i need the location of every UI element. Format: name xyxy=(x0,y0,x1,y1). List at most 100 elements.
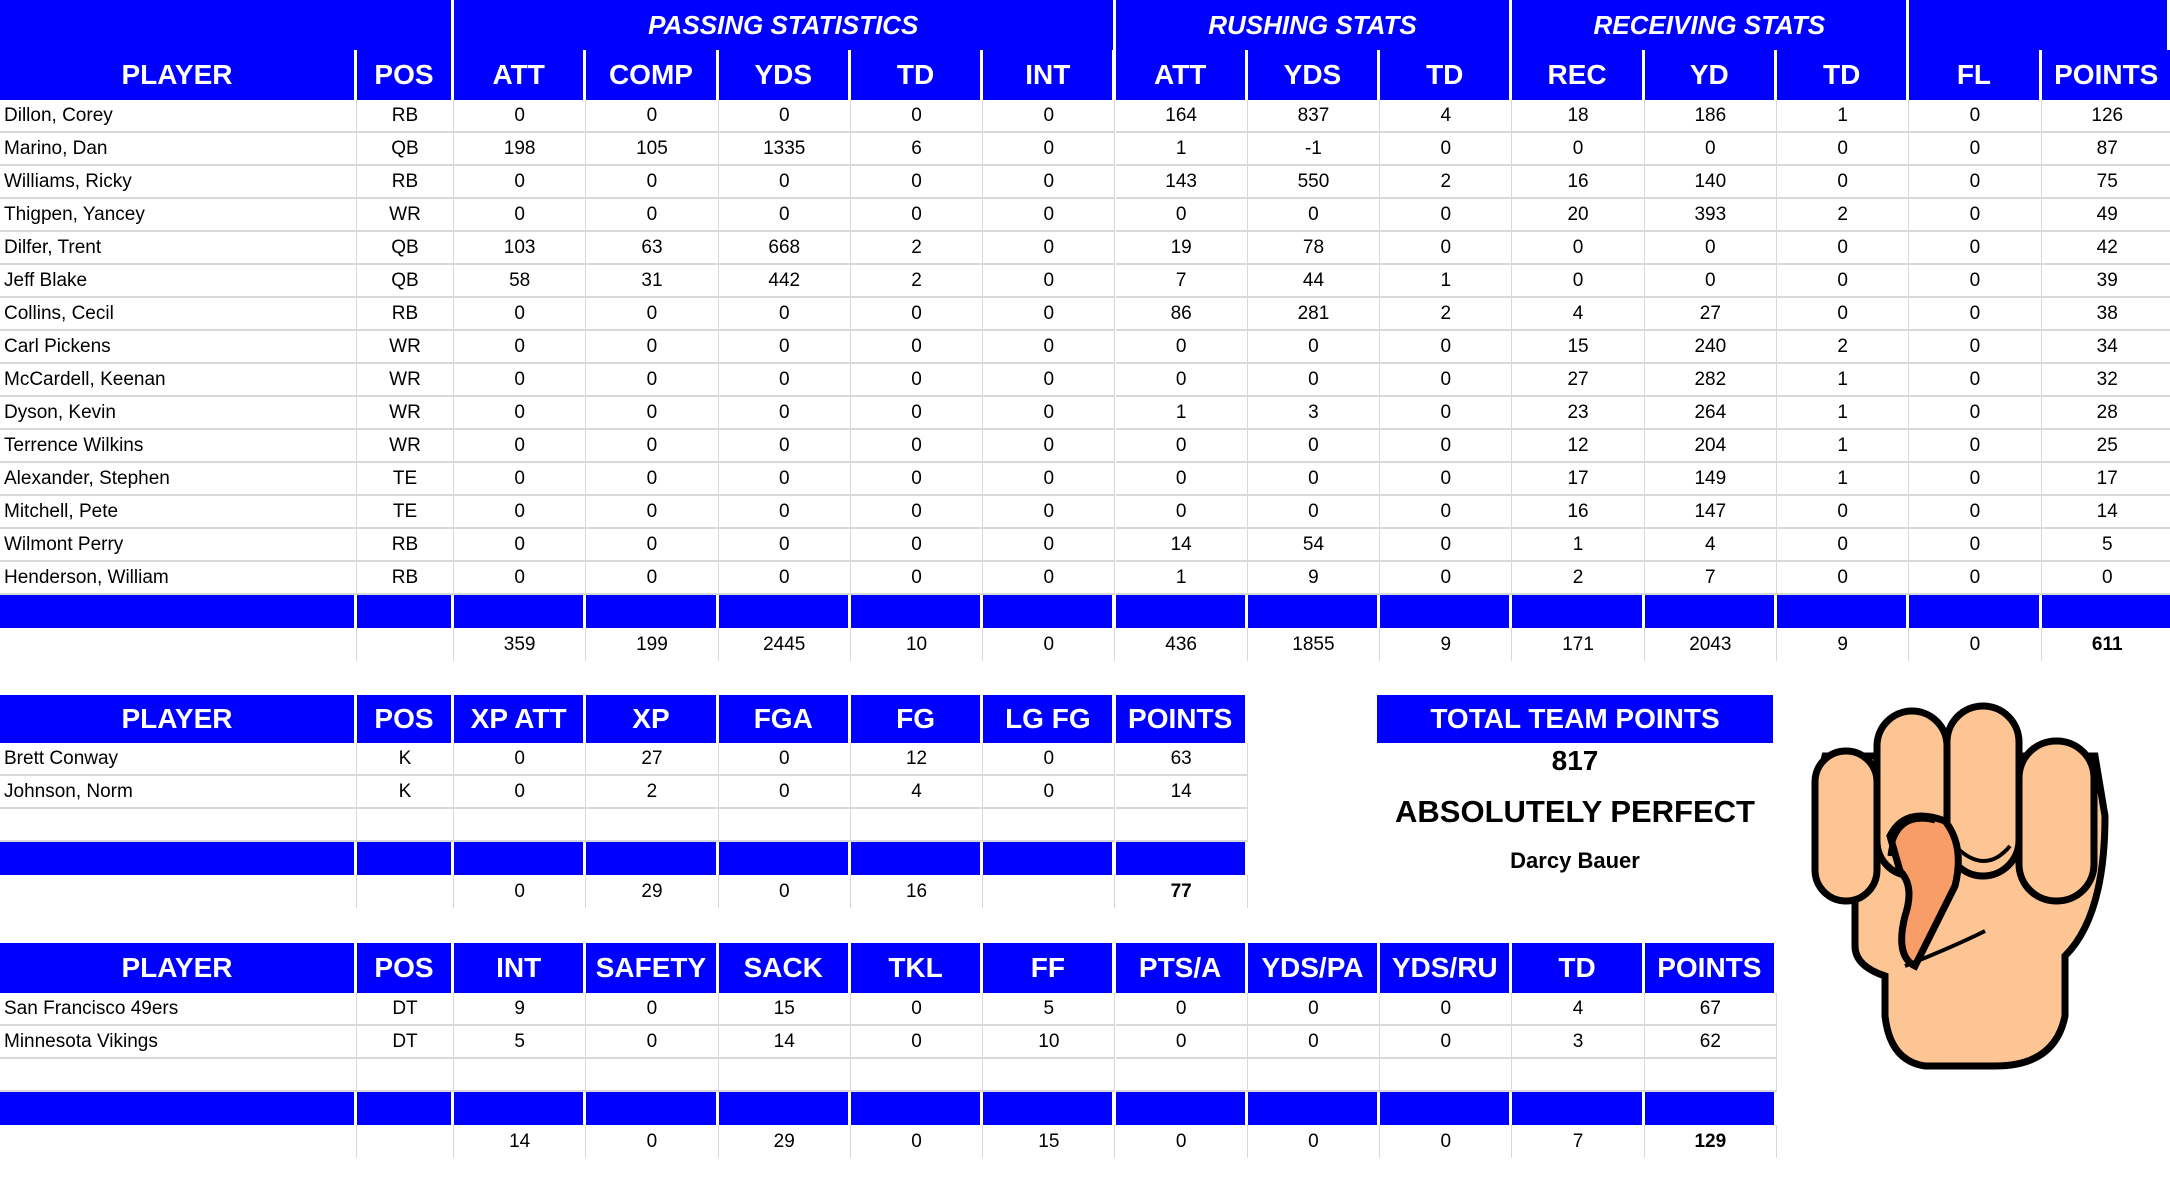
stat-cell: 0 xyxy=(1777,265,1910,298)
column-header[interactable]: YD xyxy=(1644,50,1777,100)
column-header[interactable]: FG xyxy=(850,695,984,743)
column-header[interactable]: XP xyxy=(586,695,719,743)
stat-cell: 12 xyxy=(850,743,984,776)
column-header[interactable]: YDS xyxy=(718,50,851,100)
separator-bar xyxy=(1644,1092,1777,1125)
stat-cell: 27 xyxy=(586,743,719,776)
stat-cell: 0 xyxy=(983,743,1116,776)
column-header[interactable]: PLAYER xyxy=(0,943,357,993)
separator-bar xyxy=(586,595,719,628)
stat-cell: 0 xyxy=(1247,993,1381,1026)
column-header[interactable]: YDS/PA xyxy=(1247,943,1381,993)
stat-cell: 282 xyxy=(1644,364,1777,397)
stat-cell: 668 xyxy=(718,232,851,265)
total-cell: 436 xyxy=(1116,628,1248,661)
column-header[interactable]: INT xyxy=(454,943,587,993)
group-title: RECEIVING STATS xyxy=(1512,0,1910,50)
stat-cell: 147 xyxy=(1644,496,1777,529)
column-header[interactable]: PTS/A xyxy=(1115,943,1248,993)
stat-cell: 20 xyxy=(1512,199,1645,232)
stat-cell: 0 xyxy=(454,743,587,776)
column-header[interactable]: TD xyxy=(1512,943,1645,993)
stat-cell: 27 xyxy=(1644,298,1777,331)
column-header[interactable]: ATT xyxy=(1115,50,1248,100)
column-header[interactable]: POS xyxy=(357,695,454,743)
stat-cell: 0 xyxy=(586,463,719,496)
separator-bar xyxy=(0,1092,357,1125)
total-cell: 0 xyxy=(1248,1125,1381,1158)
stat-cell xyxy=(850,809,984,842)
separator-bar xyxy=(1115,842,1248,875)
stat-cell: QB xyxy=(357,133,454,166)
stat-cell: 0 xyxy=(850,496,984,529)
column-header[interactable]: YDS/RU xyxy=(1380,943,1513,993)
column-header[interactable]: SACK xyxy=(718,943,851,993)
stat-cell: 34 xyxy=(2041,331,2170,364)
column-header[interactable]: LG FG xyxy=(983,695,1116,743)
column-header[interactable]: TKL xyxy=(850,943,984,993)
stat-cell: 0 xyxy=(1380,232,1513,265)
stat-cell: 0 xyxy=(1909,166,2042,199)
total-cell: 199 xyxy=(586,628,719,661)
stat-cell: WR xyxy=(357,199,454,232)
stat-cell: 7 xyxy=(1115,265,1248,298)
stat-cell: 2 xyxy=(586,776,719,809)
separator-bar xyxy=(983,1092,1116,1125)
column-header[interactable]: POS xyxy=(357,50,454,100)
column-header[interactable]: COMP xyxy=(586,50,719,100)
column-header[interactable]: POINTS xyxy=(2041,50,2170,100)
stat-cell: 0 xyxy=(1247,430,1381,463)
column-header[interactable]: INT xyxy=(983,50,1116,100)
stat-cell: 1 xyxy=(1777,100,1910,133)
total-cell: 15 xyxy=(983,1125,1116,1158)
column-header[interactable]: POINTS xyxy=(1115,695,1248,743)
stat-cell: 32 xyxy=(2041,364,2170,397)
column-header[interactable]: FL xyxy=(1909,50,2042,100)
stat-cell: 1 xyxy=(1115,562,1248,595)
stat-cell: 0 xyxy=(1909,463,2042,496)
column-header[interactable]: XP ATT xyxy=(454,695,587,743)
stat-cell: 0 xyxy=(718,100,851,133)
column-header[interactable]: SAFETY xyxy=(586,943,719,993)
stat-cell: 0 xyxy=(718,496,851,529)
stat-cell: 19 xyxy=(1115,232,1248,265)
player-name-cell: Collins, Cecil xyxy=(0,298,357,331)
column-header[interactable]: FF xyxy=(983,943,1116,993)
group-title: RUSHING STATS xyxy=(1115,0,1513,50)
stat-cell: 7 xyxy=(1644,562,1777,595)
column-header[interactable]: TD xyxy=(1380,50,1513,100)
column-header[interactable]: REC xyxy=(1512,50,1645,100)
column-header[interactable]: PLAYER xyxy=(0,50,357,100)
stat-cell: 0 xyxy=(454,496,587,529)
column-header[interactable]: TD xyxy=(1777,50,1910,100)
separator-bar xyxy=(1380,1092,1513,1125)
total-cell: 9 xyxy=(1777,628,1910,661)
stat-cell: 0 xyxy=(850,100,984,133)
stat-cell: 0 xyxy=(983,776,1116,809)
stat-cell: 44 xyxy=(1247,265,1381,298)
stat-cell: 0 xyxy=(586,331,719,364)
stat-cell: 149 xyxy=(1644,463,1777,496)
stat-cell: 0 xyxy=(983,331,1116,364)
stat-cell: 0 xyxy=(1909,364,2042,397)
stat-cell: 15 xyxy=(718,993,851,1026)
stat-cell: 0 xyxy=(1909,133,2042,166)
column-header[interactable]: ATT xyxy=(454,50,587,100)
column-header[interactable]: PLAYER xyxy=(0,695,357,743)
separator-bar xyxy=(1909,595,2042,628)
stat-cell: 0 xyxy=(1909,232,2042,265)
column-header[interactable]: FGA xyxy=(718,695,851,743)
stat-cell: 0 xyxy=(454,199,587,232)
stat-cell: 103 xyxy=(454,232,587,265)
column-header[interactable]: TD xyxy=(850,50,984,100)
column-header[interactable]: POINTS xyxy=(1644,943,1777,993)
stat-cell: 0 xyxy=(1644,232,1777,265)
title-spacer xyxy=(1909,0,2170,50)
stat-cell: 4 xyxy=(1512,993,1645,1026)
stat-cell: 16 xyxy=(1512,496,1645,529)
column-header[interactable]: POS xyxy=(357,943,454,993)
stat-cell: 86 xyxy=(1115,298,1248,331)
column-header[interactable]: YDS xyxy=(1247,50,1381,100)
stat-cell: 0 xyxy=(1380,529,1513,562)
stat-cell: 0 xyxy=(454,776,587,809)
